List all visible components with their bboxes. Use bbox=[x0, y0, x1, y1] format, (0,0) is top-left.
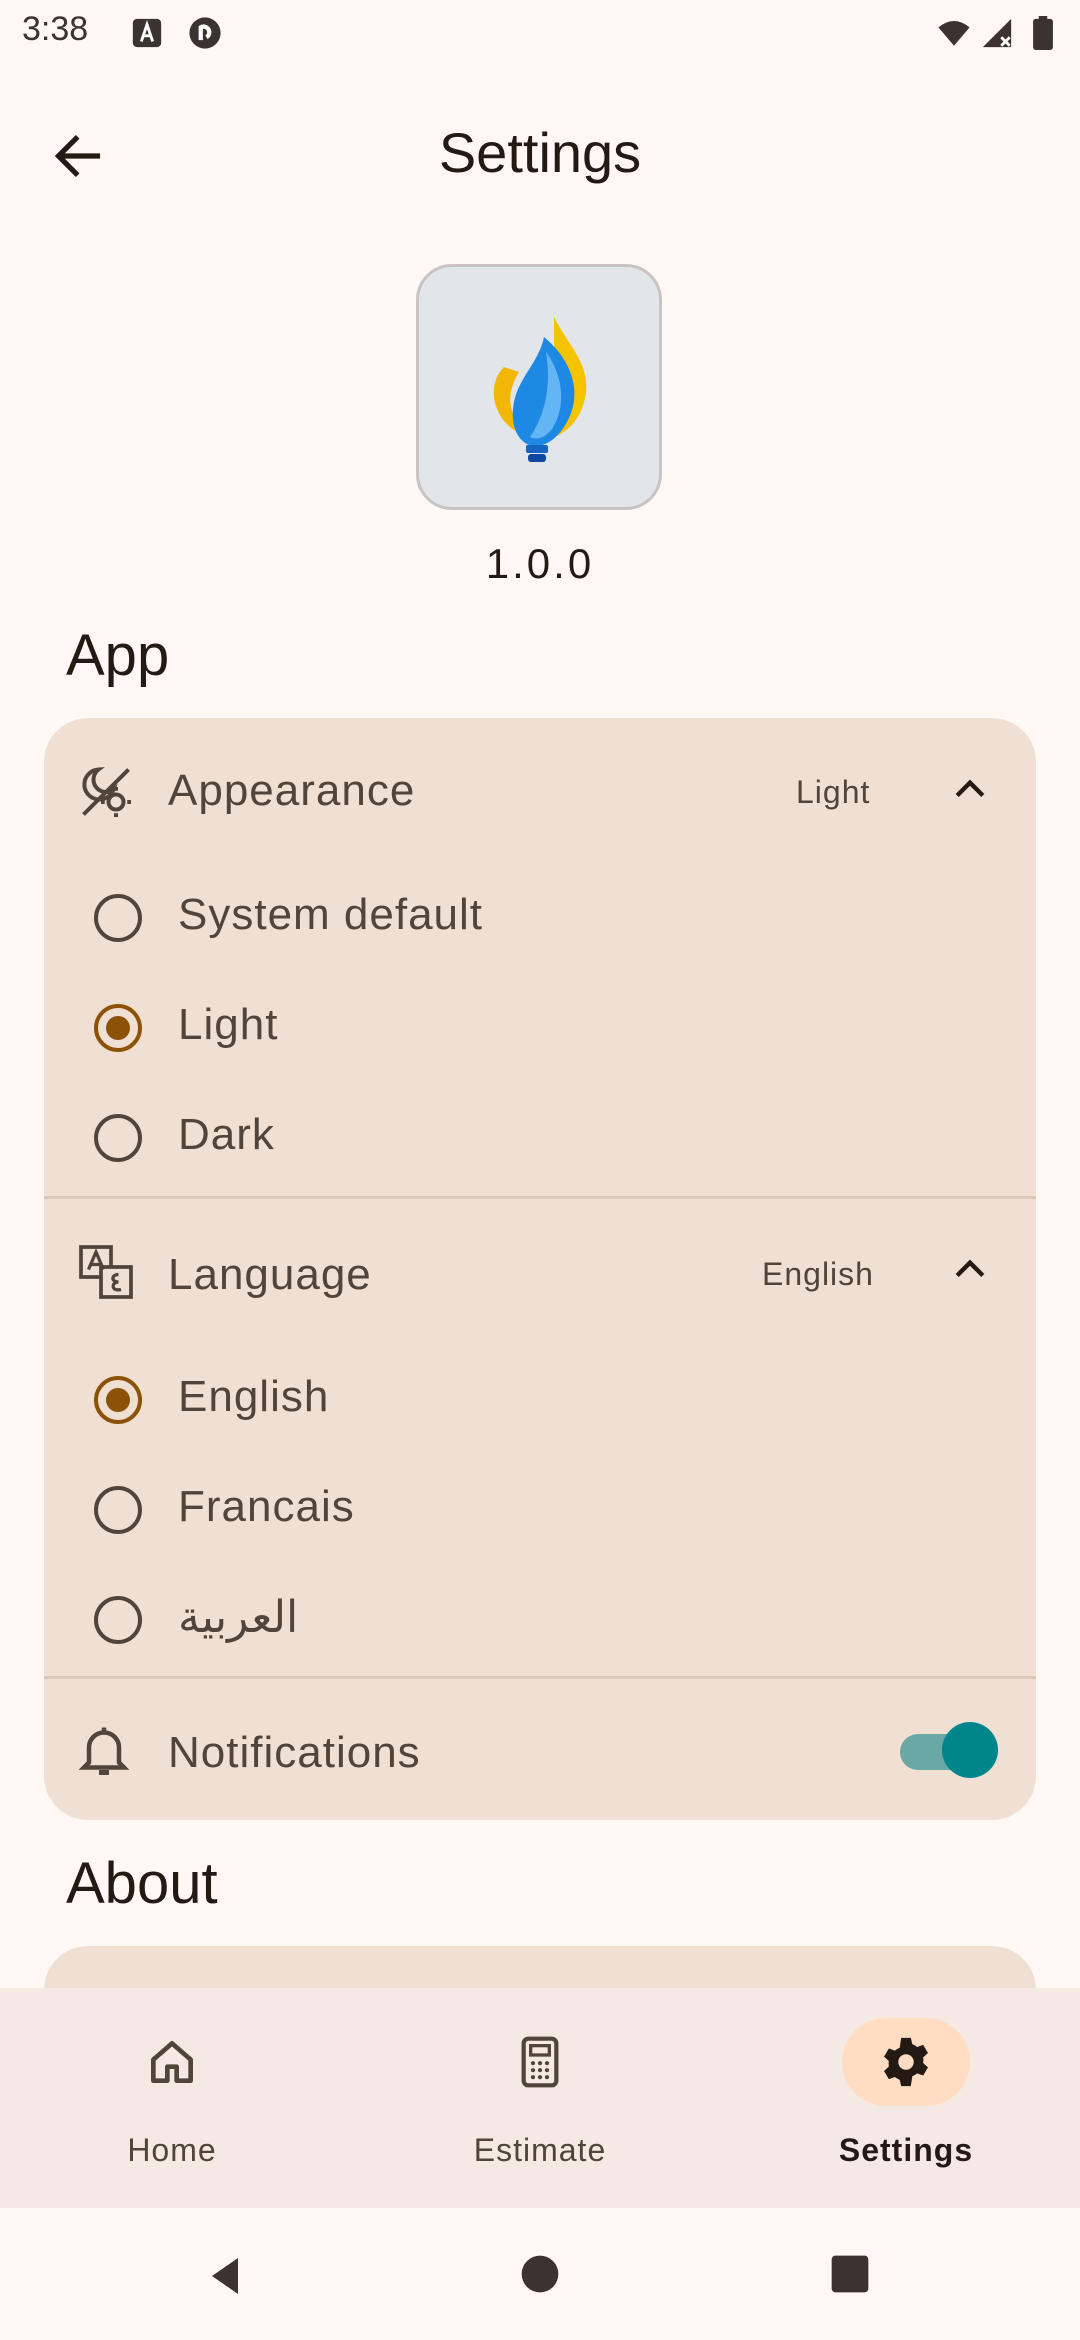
nav-item-settings[interactable]: Settings bbox=[756, 2018, 1056, 2188]
notifications-switch[interactable] bbox=[900, 1722, 998, 1778]
language-option-arabic[interactable]: العربية bbox=[44, 1570, 1036, 1680]
nav-label: Home bbox=[127, 2132, 217, 2168]
notifications-row[interactable]: Notifications bbox=[44, 1680, 1036, 1820]
battery-icon bbox=[1033, 16, 1053, 50]
status-time: 3:38 bbox=[22, 10, 89, 48]
nav-icon-container bbox=[476, 2018, 604, 2106]
bottom-navigation: Home Estimate Settings bbox=[0, 1988, 1080, 2208]
bell-icon bbox=[78, 1727, 130, 1775]
nav-icon-container bbox=[108, 2018, 236, 2106]
option-label: العربية bbox=[178, 1593, 299, 1642]
theme-icon bbox=[82, 767, 131, 817]
language-option-francais[interactable]: Francais bbox=[44, 1460, 1036, 1570]
appearance-value: Light bbox=[796, 774, 871, 810]
pocket-casts-icon bbox=[189, 17, 221, 49]
status-bar: 3:38 bbox=[0, 0, 1080, 66]
radio-button[interactable] bbox=[94, 894, 142, 942]
notifications-label: Notifications bbox=[168, 1728, 421, 1777]
flame-bulb-logo bbox=[493, 317, 587, 462]
radio-button[interactable] bbox=[94, 1596, 142, 1644]
app-version: 1.0.0 bbox=[485, 540, 595, 587]
switch-thumb bbox=[942, 1722, 998, 1778]
system-home-icon[interactable] bbox=[518, 2252, 562, 2296]
nav-label: Settings bbox=[838, 2132, 974, 2168]
option-label: Light bbox=[178, 1000, 279, 1049]
system-back-icon[interactable] bbox=[202, 2252, 250, 2300]
radio-button[interactable] bbox=[94, 1486, 142, 1534]
calculator-icon bbox=[521, 2036, 559, 2088]
option-label: Dark bbox=[178, 1110, 275, 1159]
appearance-label: Appearance bbox=[168, 766, 416, 815]
signal-icon bbox=[982, 18, 1012, 48]
home-icon bbox=[151, 2041, 194, 2083]
option-label: Francais bbox=[178, 1482, 355, 1531]
nav-icon-container-active bbox=[842, 2018, 970, 2106]
section-heading-app: App bbox=[66, 623, 170, 688]
divider bbox=[44, 1196, 1036, 1199]
system-recents-icon[interactable] bbox=[828, 2252, 872, 2296]
page-title: Settings bbox=[438, 121, 642, 184]
nav-label: Estimate bbox=[473, 2132, 607, 2168]
appearance-row[interactable]: Appearance Light bbox=[44, 718, 1036, 868]
nav-item-home[interactable]: Home bbox=[22, 2018, 322, 2188]
option-label: English bbox=[178, 1372, 330, 1421]
divider bbox=[44, 1676, 1036, 1679]
language-option-english[interactable]: English bbox=[44, 1350, 1036, 1460]
font-notification-icon bbox=[132, 18, 162, 48]
wifi-icon bbox=[938, 20, 970, 46]
app-settings-card: Appearance Light System default Light Da… bbox=[44, 718, 1036, 1820]
gear-icon bbox=[884, 2037, 928, 2087]
appearance-option-dark[interactable]: Dark bbox=[44, 1088, 1036, 1198]
chevron-up-icon bbox=[955, 1259, 985, 1278]
radio-button-selected[interactable] bbox=[94, 1004, 142, 1052]
appearance-option-light[interactable]: Light bbox=[44, 978, 1036, 1088]
language-value: English bbox=[762, 1256, 874, 1292]
radio-button-selected[interactable] bbox=[94, 1376, 142, 1424]
option-label: System default bbox=[178, 890, 484, 939]
translate-icon bbox=[79, 1245, 133, 1299]
chevron-up-icon bbox=[955, 779, 985, 798]
system-navigation-bar bbox=[0, 2208, 1080, 2340]
appearance-option-system-default[interactable]: System default bbox=[44, 868, 1036, 978]
section-heading-about: About bbox=[66, 1851, 218, 1916]
language-label: Language bbox=[168, 1250, 372, 1299]
language-row[interactable]: Language English bbox=[44, 1200, 1036, 1350]
appearance-collapse[interactable] bbox=[940, 760, 1000, 820]
language-collapse[interactable] bbox=[940, 1240, 1000, 1300]
app-logo bbox=[416, 264, 662, 510]
radio-button[interactable] bbox=[94, 1114, 142, 1162]
nav-item-estimate[interactable]: Estimate bbox=[390, 2018, 690, 2188]
